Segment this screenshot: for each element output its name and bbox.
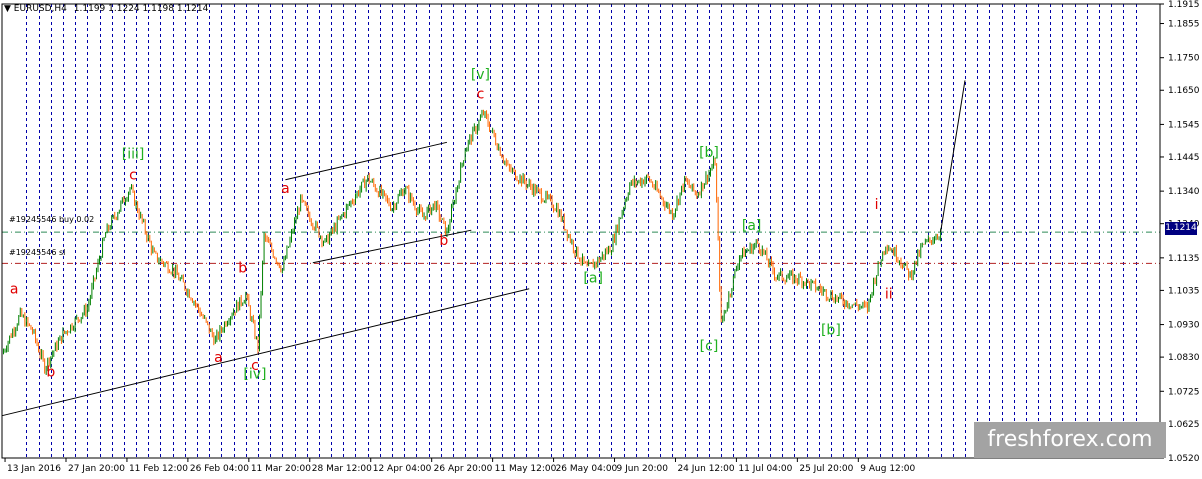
wave-label: [b]	[821, 322, 841, 338]
current-price-tag: 1.1214	[1165, 222, 1197, 235]
wave-label: b	[46, 365, 55, 381]
ohlc-values: 1.1199 1.1224 1.1198 1.1214	[73, 4, 209, 14]
wave-label: [iii]	[122, 147, 145, 163]
x-tick-label: 11 May 12:00	[495, 464, 557, 474]
y-tick-label: 1.1445	[1168, 153, 1200, 163]
x-tick-label: 11 Mar 20:00	[251, 464, 311, 474]
y-tick-label: 1.1545	[1168, 120, 1200, 130]
x-tick-label: 27 Jan 20:00	[68, 464, 125, 474]
wave-label: b	[238, 260, 247, 276]
chart-header: ▼ EURUSD,H4 1.1199 1.1224 1.1198 1.1214	[4, 4, 208, 14]
wave-label: c	[129, 168, 137, 184]
dropdown-arrow-icon[interactable]: ▼	[4, 4, 11, 14]
freshforex-logo: freshforex.com	[974, 422, 1166, 458]
x-tick-label: 13 Jan 2016	[7, 464, 61, 474]
x-tick-label: 25 Jul 20:00	[799, 464, 853, 474]
wave-label: b	[439, 233, 448, 249]
y-tick-label: 1.0725	[1168, 387, 1200, 397]
x-tick-label: 9 Aug 12:00	[860, 464, 915, 474]
x-tick-label: 11 Feb 12:00	[129, 464, 188, 474]
x-tick-label: 28 Mar 12:00	[312, 464, 372, 474]
x-tick-label: 9 Jun 20:00	[617, 464, 669, 474]
y-tick-label: 1.1750	[1168, 54, 1200, 64]
forecast-line	[940, 80, 966, 233]
wave-label: [a]	[583, 270, 603, 286]
x-tick-label: 12 Apr 04:00	[373, 464, 432, 474]
buy-order-label: #19245546 buy 0.02	[9, 215, 95, 224]
wave-label: c	[477, 86, 485, 102]
trend-line[interactable]	[285, 141, 448, 181]
wave-label: [a]	[742, 218, 762, 234]
y-tick-label: 1.1915	[1168, 0, 1200, 10]
trend-line[interactable]	[1, 288, 530, 417]
x-tick-label: 11 Jul 04:00	[738, 464, 792, 474]
x-tick-label: 26 Feb 04:00	[190, 464, 249, 474]
x-tick-label: 26 May 04:00	[556, 464, 618, 474]
wave-label: a	[10, 282, 19, 298]
y-tick-label: 1.1035	[1168, 286, 1200, 296]
wave-label: a	[281, 181, 290, 197]
x-tick-label: 26 Apr 20:00	[434, 464, 493, 474]
stop-loss-label: #19245546 sl	[9, 248, 66, 257]
symbol-label: EURUSD,H4	[13, 4, 67, 14]
y-tick-label: 1.0520	[1168, 454, 1200, 464]
y-tick-label: 1.1855	[1168, 20, 1200, 30]
price-chart[interactable]: ab[iii]cabc[iv]ab[v]c[a][b][c][a][b]iii …	[0, 0, 1202, 479]
wave-label: i	[875, 197, 879, 213]
wave-label: [b]	[699, 145, 719, 161]
chart-window[interactable]: a b [iii] c a b c [iv] a b [v] c [a] [b] [c] [a] [b] i ii …	[0, 0, 1202, 479]
x-tick-label: 24 Jun 12:00	[677, 464, 734, 474]
y-tick-label: 1.1340	[1168, 187, 1200, 197]
y-tick-label: 1.0930	[1168, 321, 1200, 331]
wave-label: a	[214, 350, 223, 366]
plot-frame	[1, 3, 1161, 459]
wave-label: ii	[885, 287, 893, 303]
y-tick-label: 1.1135	[1168, 254, 1200, 264]
wave-label: [c]	[700, 339, 719, 355]
y-tick-label: 1.0830	[1168, 353, 1200, 363]
y-tick-label: 1.1650	[1168, 86, 1200, 96]
wave-label: [iv]	[243, 366, 266, 382]
y-tick-label: 1.0625	[1168, 420, 1200, 430]
wave-label: [v]	[471, 67, 490, 83]
